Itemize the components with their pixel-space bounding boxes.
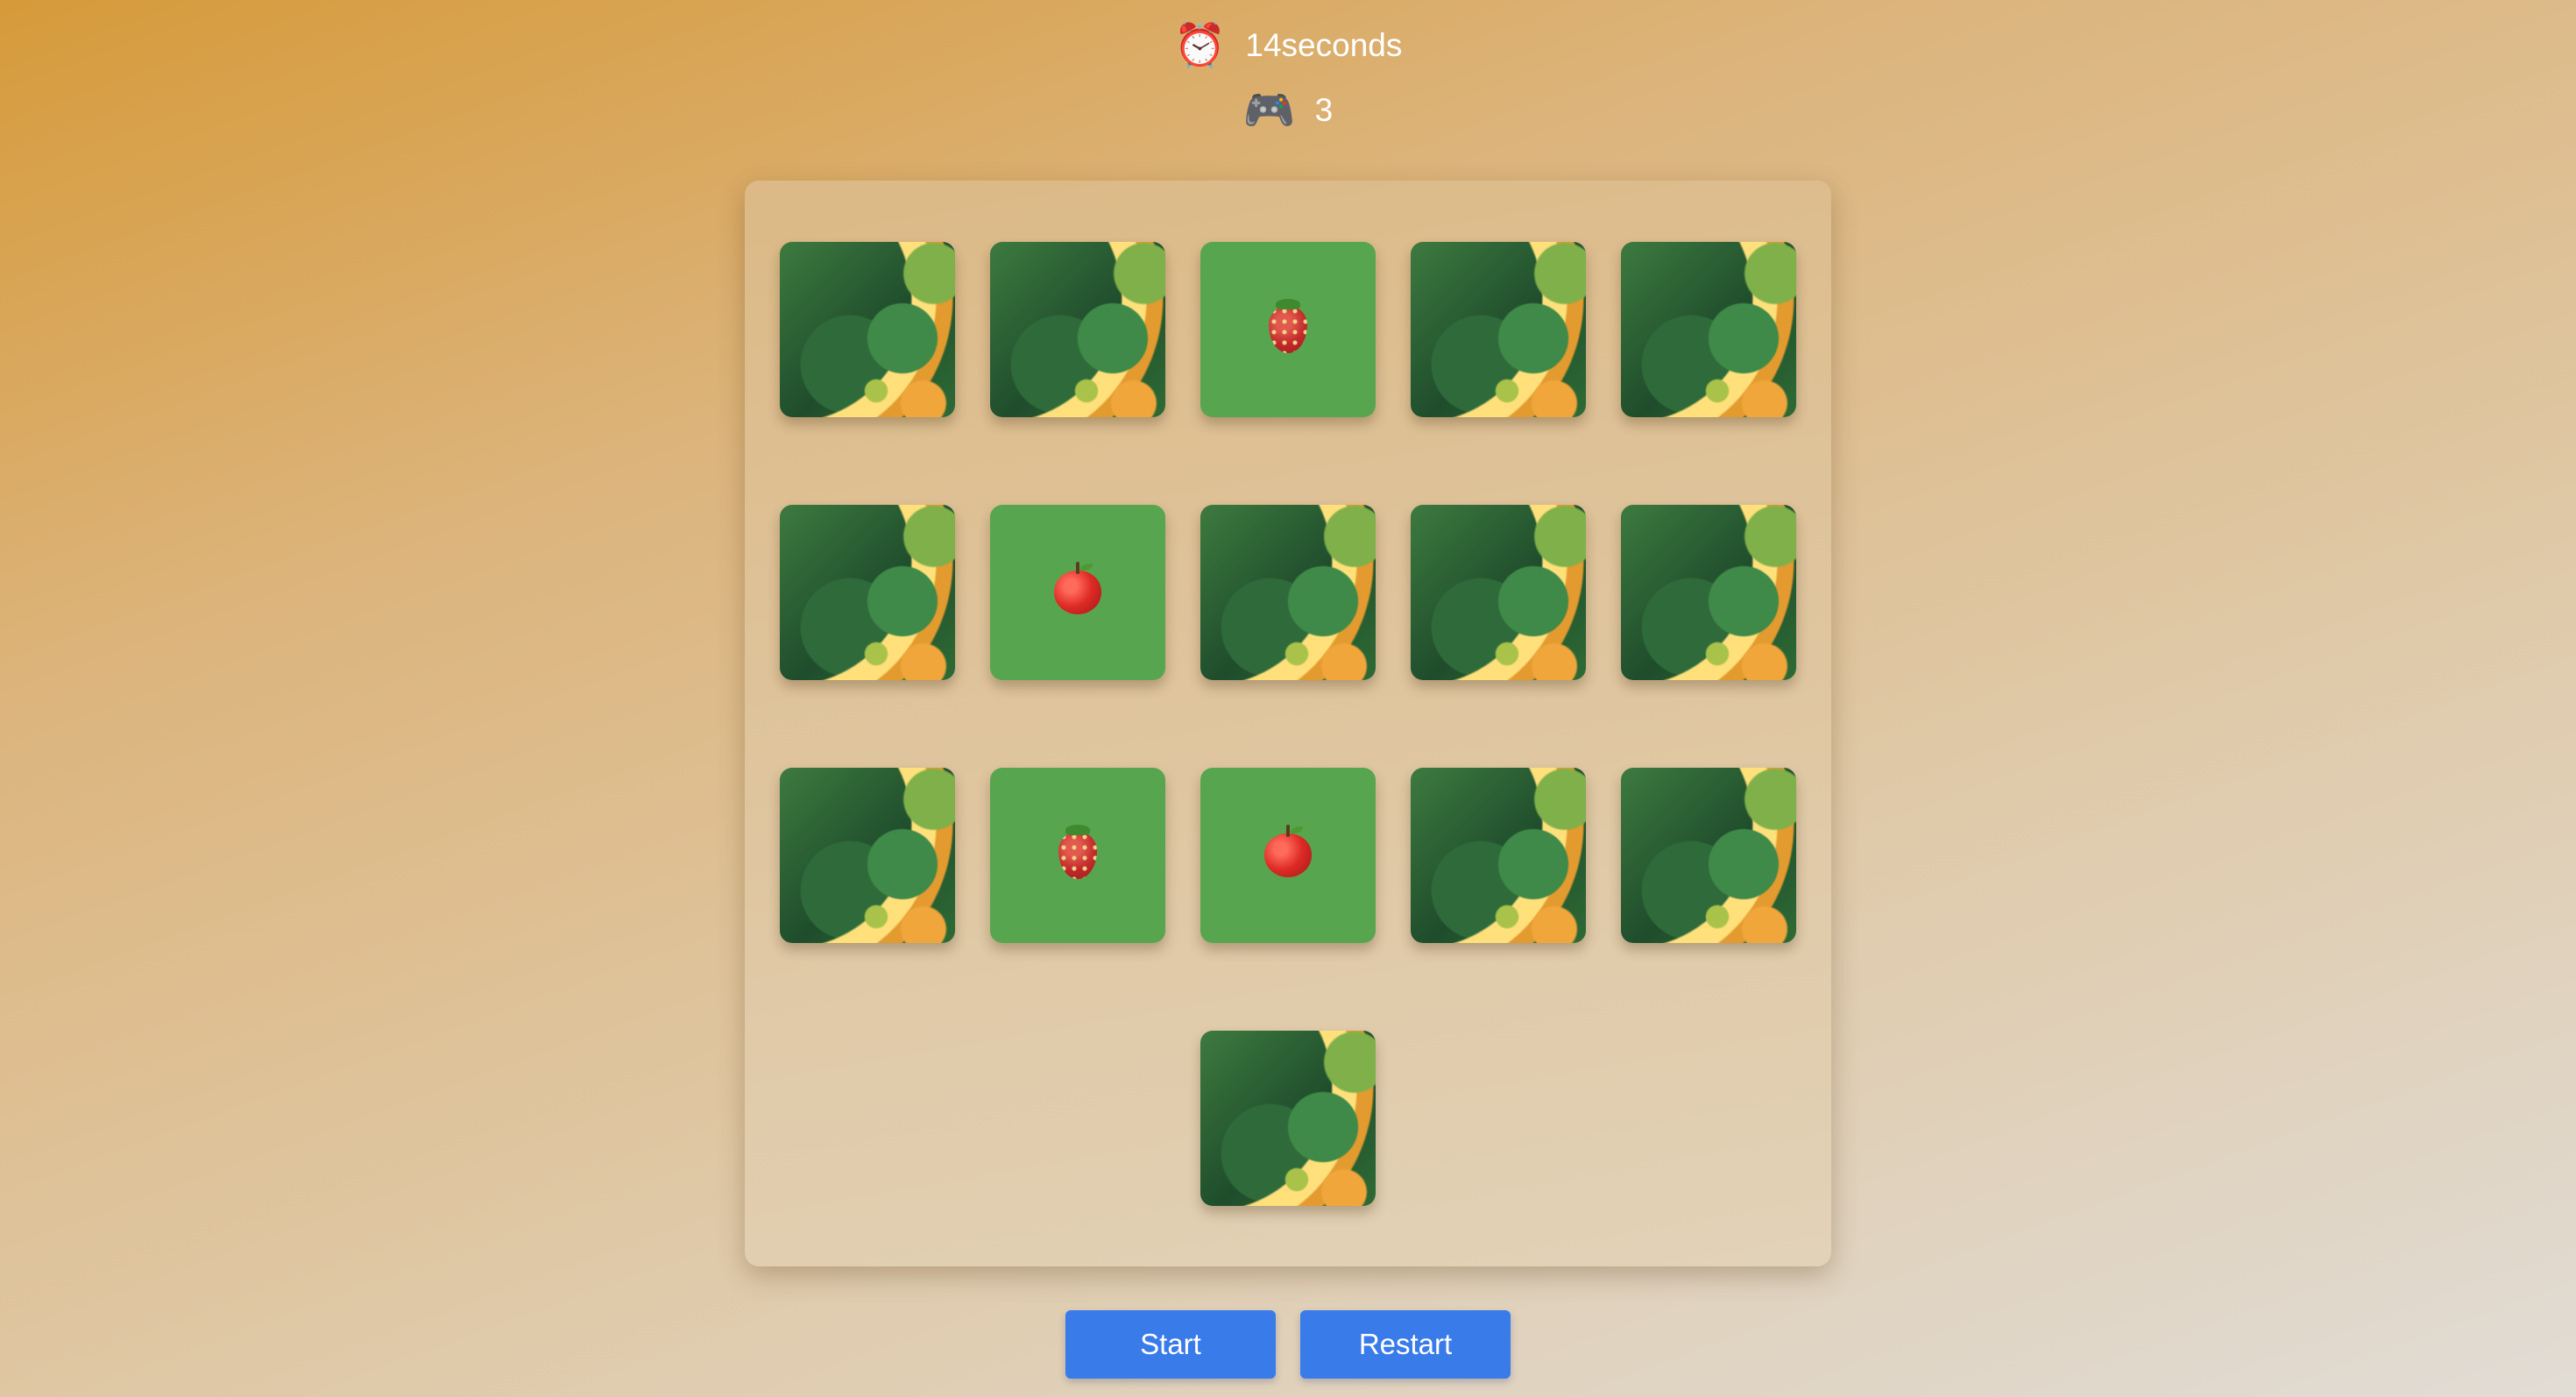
memory-card-back[interactable] — [1411, 768, 1586, 943]
apple-icon — [1264, 825, 1312, 877]
alarm-clock-icon: ⏰ — [1173, 21, 1227, 70]
strawberry-icon — [1269, 299, 1307, 353]
memory-card-back[interactable] — [780, 505, 955, 680]
moves-count: 3 — [1314, 92, 1334, 128]
memory-card-back[interactable] — [1621, 505, 1796, 680]
restart-button[interactable]: Restart — [1300, 1310, 1511, 1379]
memory-card-back[interactable] — [780, 242, 955, 417]
memory-card-back[interactable] — [1200, 505, 1376, 680]
memory-card-revealed[interactable] — [990, 768, 1165, 943]
memory-card-revealed[interactable] — [990, 505, 1165, 680]
memory-card-back[interactable] — [1621, 768, 1796, 943]
apple-icon — [1054, 562, 1101, 614]
memory-card-back[interactable] — [990, 242, 1165, 417]
memory-card-back[interactable] — [1621, 242, 1796, 417]
timer-text: 14seconds — [1245, 27, 1403, 63]
memory-card-back[interactable] — [1411, 505, 1586, 680]
memory-card-revealed[interactable] — [1200, 768, 1376, 943]
moves-display: 🎮 3 — [0, 86, 2576, 135]
start-button[interactable]: Start — [1065, 1310, 1276, 1379]
memory-card-back[interactable] — [1200, 1031, 1376, 1206]
game-board — [745, 181, 1831, 1266]
controls-bar: Start Restart — [0, 1310, 2576, 1379]
game-controller-icon: 🎮 — [1242, 86, 1296, 135]
memory-card-back[interactable] — [780, 768, 955, 943]
timer-display: ⏰ 14seconds — [0, 21, 2576, 70]
strawberry-icon — [1058, 825, 1097, 879]
memory-card-revealed[interactable] — [1200, 242, 1376, 417]
memory-card-back[interactable] — [1411, 242, 1586, 417]
